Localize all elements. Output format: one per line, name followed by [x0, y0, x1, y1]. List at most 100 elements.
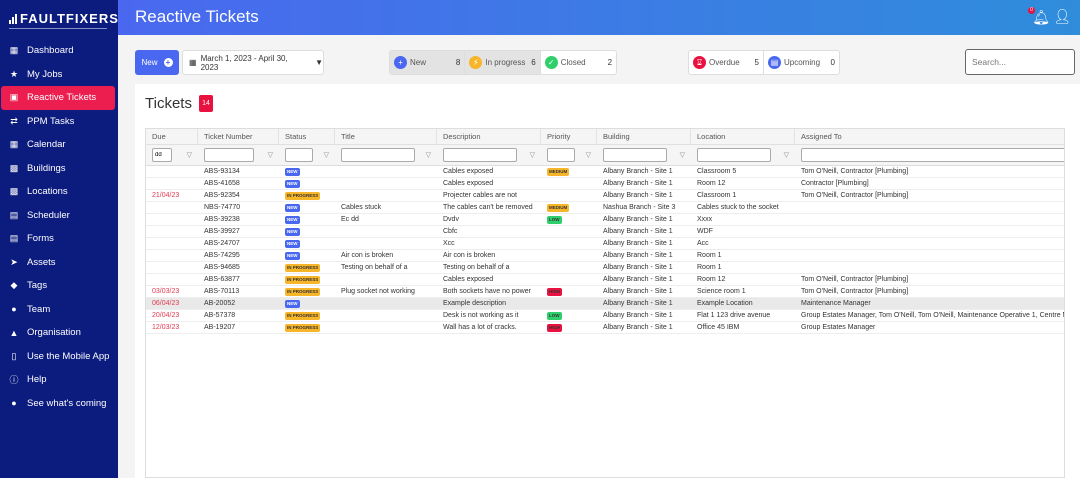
sidebar-item-forms[interactable]: ▤ Forms — [1, 227, 115, 251]
logo[interactable]: FAULT FIXERS — [9, 9, 118, 29]
sidebar-item-see-what-s-coming[interactable]: ● See what's coming — [1, 392, 115, 416]
column-header[interactable]: Due — [146, 129, 198, 144]
sidebar-item-team[interactable]: ● Team — [1, 298, 115, 322]
table-cell: The cables can't be removed — [437, 202, 541, 213]
calendar-icon: ▦ — [9, 139, 19, 150]
table-row[interactable]: ABS-39927 NEW Cbfc Albany Branch - Site 1 WD… — [146, 226, 1064, 238]
table-row[interactable]: ABS-93134 NEW Cables exposed MEDIUM Albany B… — [146, 166, 1064, 178]
status-badge: NEW — [285, 203, 300, 212]
sidebar-item-calendar[interactable]: ▦ Calendar — [1, 133, 115, 157]
sidebar-item-my-jobs[interactable]: ★ My Jobs — [1, 63, 115, 87]
table-cell: MEDIUM — [541, 166, 597, 177]
filter-new[interactable]: + New 8 — [390, 51, 466, 74]
sidebar-item-organisation[interactable]: ▲ Organisation — [1, 321, 115, 345]
cell-text: Albany Branch - Site 1 — [603, 264, 673, 271]
table-row[interactable]: ABS-41658 NEW Cables exposed Albany Branch … — [146, 178, 1064, 190]
column-header[interactable]: Description — [437, 129, 541, 144]
filter-upcoming[interactable]: ▤ Upcoming 0 — [764, 51, 839, 74]
cell-text: ABS-24707 — [204, 240, 240, 247]
cell-text: Both sockets have no power — [443, 288, 531, 295]
column-filter-input[interactable] — [152, 148, 172, 162]
filter-icon[interactable]: ▽ — [268, 151, 273, 159]
column-filter-input[interactable] — [547, 148, 575, 162]
column-header[interactable]: Location — [691, 129, 795, 144]
filter-in-progress[interactable]: ⚡︎ In progress 6 — [465, 51, 541, 74]
filter-overdue[interactable]: ⌛︎ Overdue 5 — [689, 51, 764, 74]
search-input[interactable] — [965, 49, 1075, 75]
sidebar-item-tags[interactable]: ◆ Tags — [1, 274, 115, 298]
table-row[interactable]: 12/03/23 AB-19207 IN PROGRESS Wall has a lo… — [146, 322, 1064, 334]
table-cell: Tom O'Neill, Contractor [Plumbing] — [795, 286, 1064, 297]
column-header[interactable]: Status — [279, 129, 335, 144]
filter-icon[interactable]: ▽ — [586, 151, 591, 159]
filter-icon[interactable]: ▽ — [187, 151, 192, 159]
table-cell: ABS-92354 — [198, 190, 279, 201]
priority-badge: MEDIUM — [547, 203, 570, 212]
sidebar-item-label: Tags — [27, 280, 48, 292]
table-row[interactable]: 21/04/23 ABS-92354 IN PROGRESS Projecter ca… — [146, 190, 1064, 202]
table-cell: Science room 1 — [691, 286, 795, 297]
table-row[interactable]: ABS-63877 IN PROGRESS Cables exposed Albany… — [146, 274, 1064, 286]
table-row[interactable]: NBS-74770 NEW Cables stuck The cables can't… — [146, 202, 1064, 214]
cell-text: Ec dd — [341, 216, 359, 223]
filter-closed[interactable]: ✓ Closed 2 — [541, 51, 616, 74]
sidebar-item-label: Team — [27, 303, 51, 315]
table-row[interactable]: ABS-39238 NEW Ec dd Dvdv LOW Albany Branch - … — [146, 214, 1064, 226]
cell-text: Flat 1 123 drive avenue — [697, 312, 771, 319]
plus-icon: + — [163, 58, 173, 67]
cell-text: Room 1 — [697, 264, 722, 271]
sidebar-item-scheduler[interactable]: ▤ Scheduler — [1, 204, 115, 228]
new-ticket-button[interactable]: New + — [135, 50, 179, 75]
column-header[interactable]: Assigned To — [795, 129, 1064, 144]
date-range-picker[interactable]: ▦ March 1, 2023 - April 30, 2023 ▼ — [182, 50, 324, 75]
sidebar-item-assets[interactable]: ➤ Assets — [1, 251, 115, 275]
table-row[interactable]: 20/04/23 AB-57378 IN PROGRESS Desk is not w… — [146, 310, 1064, 322]
column-filter-input[interactable] — [204, 148, 254, 162]
table-cell: Cables exposed — [437, 166, 541, 177]
column-header[interactable]: Title — [335, 129, 437, 144]
user-icon[interactable]: 👤︎ — [1053, 8, 1071, 25]
filter-icon[interactable]: ▽ — [680, 151, 685, 159]
column-filter-input[interactable] — [443, 148, 517, 162]
column-filter-input[interactable] — [697, 148, 771, 162]
sidebar-item-help[interactable]: ⓘ Help — [1, 368, 115, 392]
column-filter-input[interactable] — [801, 148, 1064, 162]
table-row[interactable]: 03/03/23 ABS-70113 IN PROGRESS Plug socket … — [146, 286, 1064, 298]
table-cell — [146, 250, 198, 261]
sidebar-item-ppm-tasks[interactable]: ⇄ PPM Tasks — [1, 110, 115, 134]
cell-text: Group Estates Manager — [801, 324, 876, 331]
status-badge: NEW — [285, 179, 300, 188]
grid-icon: ▦ — [9, 45, 19, 56]
forms-icon: ▤ — [9, 233, 19, 244]
sidebar-item-dashboard[interactable]: ▦ Dashboard — [1, 39, 115, 63]
sidebar-item-reactive-tickets[interactable]: ▣ Reactive Tickets — [1, 86, 115, 110]
filter-icon[interactable]: ▽ — [324, 151, 329, 159]
filter-icon[interactable]: ▽ — [530, 151, 535, 159]
sidebar-item-locations[interactable]: ▩ Locations — [1, 180, 115, 204]
column-header[interactable]: Building — [597, 129, 691, 144]
table-cell — [335, 322, 437, 333]
chat-icon: ● — [11, 398, 17, 409]
column-header[interactable]: Ticket Number — [198, 129, 279, 144]
table-row[interactable]: ABS-94685 IN PROGRESS Testing on behalf of… — [146, 262, 1064, 274]
cell-text: Office 45 IBM — [697, 324, 740, 331]
filter-icon[interactable]: ▽ — [784, 151, 789, 159]
sidebar-item-label: See what's coming — [27, 397, 107, 409]
cell-text: Tom O'Neill, Contractor [Plumbing] — [801, 168, 909, 175]
sidebar-item-buildings[interactable]: ▩ Buildings — [1, 157, 115, 181]
cell-text: Testing on behalf of a — [341, 264, 408, 271]
table-cell: ABS-63877 — [198, 274, 279, 285]
bell-icon[interactable]: 🔔︎ — [1032, 9, 1050, 26]
column-filter-input[interactable] — [285, 148, 313, 162]
logo-bars-icon — [9, 13, 17, 24]
filter-icon[interactable]: ▽ — [426, 151, 431, 159]
sidebar-item-label: Use the Mobile App — [27, 350, 110, 362]
sidebar-item-use-the-mobile-app[interactable]: ▯ Use the Mobile App — [1, 345, 115, 369]
column-filter-input[interactable] — [341, 148, 415, 162]
table-row[interactable]: ABS-74295 NEW Air con is broken Air con is … — [146, 250, 1064, 262]
column-filter-input[interactable] — [603, 148, 667, 162]
column-header[interactable]: Priority — [541, 129, 597, 144]
table-row[interactable]: 06/04/23 AB-20052 NEW Example description Al… — [146, 298, 1064, 310]
status-badge: IN PROGRESS — [285, 263, 321, 272]
table-row[interactable]: ABS-24707 NEW Xcc Albany Branch - Site 1 Acc — [146, 238, 1064, 250]
